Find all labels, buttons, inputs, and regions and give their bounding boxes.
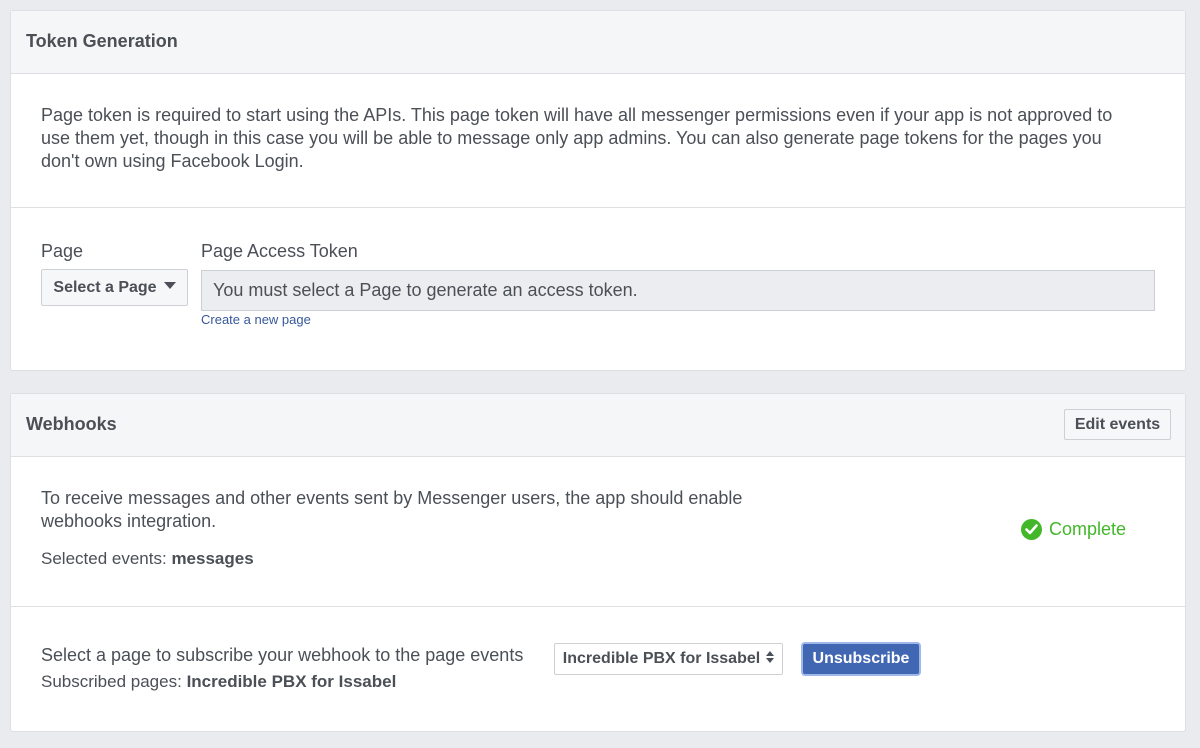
token-generation-title: Token Generation: [26, 31, 178, 51]
token-form-section: Page Select a Page Page Access Token You…: [11, 207, 1185, 370]
select-page-label: Select a Page: [53, 278, 157, 296]
select-page-button[interactable]: Select a Page: [41, 269, 188, 306]
webhooks-panel: Webhooks Edit events To receive messages…: [10, 393, 1186, 732]
token-generation-panel: Token Generation Page token is required …: [10, 10, 1186, 371]
token-description: Page token is required to start using th…: [41, 105, 1113, 171]
status-text: Complete: [1049, 519, 1127, 539]
subscribed-pages-value: Incredible PBX for Issabel: [186, 672, 397, 691]
token-generation-header: Token Generation: [11, 11, 1185, 74]
selected-events: Selected events: messages: [41, 549, 254, 569]
webhooks-status: Complete: [1021, 519, 1126, 540]
edit-events-button[interactable]: Edit events: [1064, 409, 1171, 440]
webhooks-header: Webhooks Edit events: [11, 394, 1185, 457]
subscribe-instructions: Select a page to subscribe your webhook …: [41, 645, 524, 665]
token-description-section: Page token is required to start using th…: [11, 74, 1185, 207]
chevron-down-icon: [163, 282, 176, 290]
check-circle-icon: [1021, 519, 1042, 540]
page-select-value: Incredible PBX for Issabel: [562, 650, 761, 667]
access-token-field[interactable]: You must select a Page to generate an ac…: [201, 270, 1155, 311]
webhooks-title: Webhooks: [26, 414, 117, 434]
page-select-dropdown[interactable]: Incredible PBX for Issabel: [554, 643, 783, 675]
subscribed-pages: Subscribed pages: Incredible PBX for Iss…: [41, 672, 396, 692]
create-new-page-link[interactable]: Create a new page: [201, 312, 311, 327]
page-label: Page: [41, 241, 84, 261]
access-token-label: Page Access Token: [201, 241, 358, 261]
webhooks-description: To receive messages and other events sen…: [41, 488, 743, 531]
selected-events-value: messages: [171, 549, 254, 568]
subscribed-pages-label: Subscribed pages:: [41, 672, 182, 691]
webhooks-status-section: To receive messages and other events sen…: [11, 457, 1185, 606]
unsubscribe-button[interactable]: Unsubscribe: [803, 644, 919, 674]
subscribe-section: Select a page to subscribe your webhook …: [11, 606, 1185, 731]
selected-events-label: Selected events:: [41, 549, 167, 568]
up-down-arrows-icon: [766, 650, 775, 663]
